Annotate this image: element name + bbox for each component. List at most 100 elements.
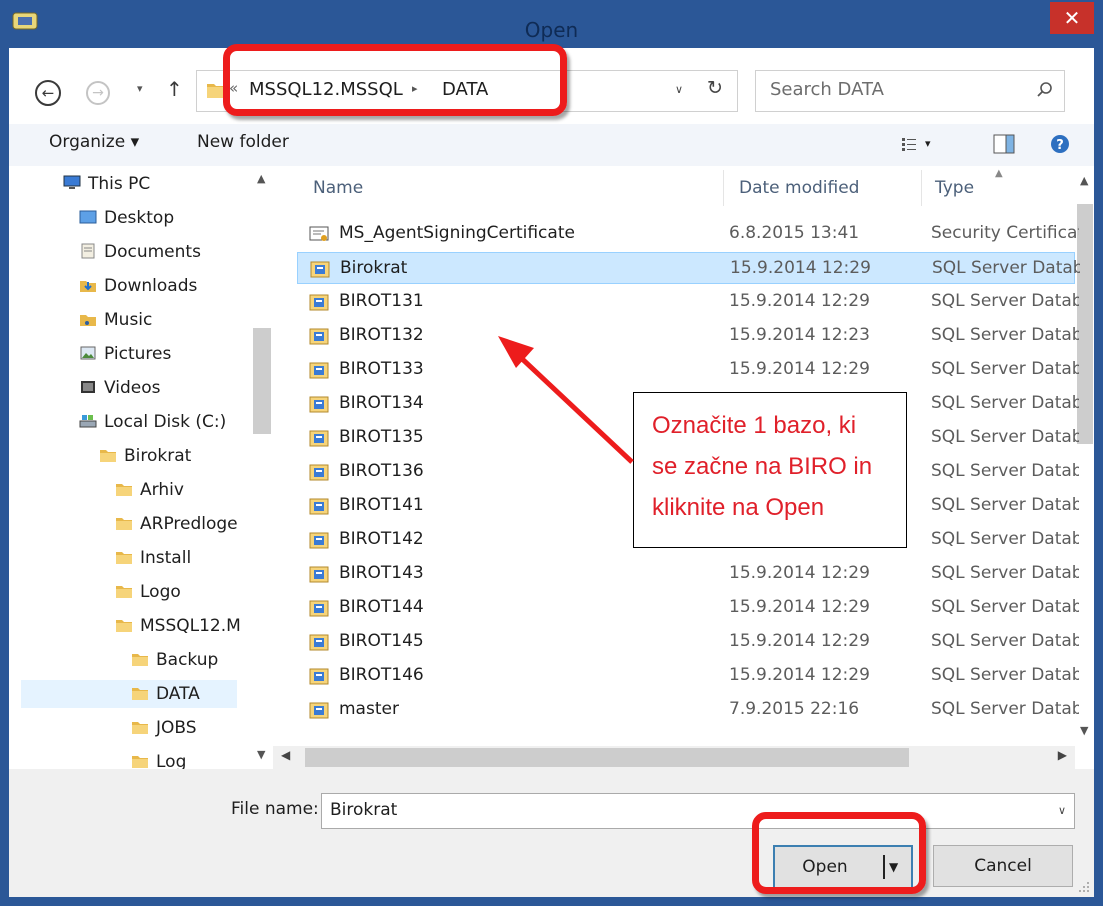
sidebar-item-desktop[interactable]: Desktop [79, 204, 174, 232]
recent-locations-button[interactable]: ▾ [137, 82, 143, 95]
file-name: BIROT141 [339, 495, 424, 515]
sidebar-item-label: Logo [140, 582, 181, 602]
sidebar-item-label: Documents [104, 242, 201, 262]
file-row[interactable]: master 7.9.2015 22:16 SQL Server Database [297, 694, 1079, 726]
file-date-modified: 15.9.2014 12:29 [729, 359, 870, 379]
column-divider[interactable] [723, 170, 724, 206]
up-button[interactable]: ↑ [166, 77, 183, 101]
address-dropdown-icon[interactable]: ∨ [675, 83, 683, 96]
file-row[interactable]: BIROT131 15.9.2014 12:29 SQL Server Databa… [297, 286, 1079, 318]
cancel-button[interactable]: Cancel [933, 845, 1073, 887]
sidebar-item-arhiv[interactable]: Arhiv [115, 476, 184, 504]
folder-icon [116, 552, 132, 564]
folder-icon [132, 654, 148, 666]
sidebar-item-mssql12-m[interactable]: MSSQL12.M [115, 612, 241, 640]
column-header-type[interactable]: Type [935, 166, 974, 210]
file-row[interactable]: BIROT144 15.9.2014 12:29 SQL Server Databa… [297, 592, 1079, 624]
scroll-up-icon[interactable]: ▲ [1080, 174, 1088, 187]
file-row[interactable]: MS_AgentSigningCertificate 6.8.2015 13:41… [297, 218, 1079, 250]
close-button[interactable]: ✕ [1050, 2, 1094, 34]
sidebar-item-backup[interactable]: Backup [131, 646, 218, 674]
scroll-down-icon[interactable]: ▼ [257, 748, 265, 761]
window-title: Open [524, 18, 579, 42]
file-row[interactable]: BIROT143 15.9.2014 12:29 SQL Server Databa… [297, 558, 1079, 590]
file-type: SQL Server Database [932, 258, 1080, 278]
certificate-icon [309, 226, 329, 243]
instruction-callout: Označite 1 bazo, ki se začne na BIRO in … [633, 392, 907, 548]
file-type: SQL Server Database [931, 427, 1079, 447]
file-name-label: File name: [231, 799, 319, 819]
search-input[interactable]: Search DATA [755, 70, 1065, 112]
sidebar-item-birokrat[interactable]: Birokrat [99, 442, 191, 470]
address-bar-highlight [223, 44, 567, 116]
sidebar-item-label: ARPredloge [140, 514, 238, 534]
sidebar-item-jobs[interactable]: JOBS [131, 714, 197, 742]
file-row[interactable]: BIROT146 15.9.2014 12:29 SQL Server Databa… [297, 660, 1079, 692]
back-button[interactable]: ← [35, 80, 61, 106]
file-type: SQL Server Database [931, 495, 1079, 515]
folder-icon [132, 756, 148, 768]
database-file-icon [309, 600, 329, 617]
forward-button[interactable]: → [86, 81, 110, 105]
sidebar-item-data[interactable]: DATA [21, 680, 237, 708]
search-icon[interactable] [1036, 81, 1054, 99]
callout-line: Označite 1 bazo, ki [652, 412, 857, 439]
sidebar-item-label: Local Disk (C:) [104, 412, 227, 432]
view-options-icon[interactable] [901, 136, 917, 152]
file-name: BIROT132 [339, 325, 424, 345]
sidebar-item-documents[interactable]: Documents [79, 238, 201, 266]
sidebar-item-music[interactable]: Music [79, 306, 152, 334]
file-name: BIROT134 [339, 393, 424, 413]
file-date-modified: 15.9.2014 12:29 [730, 258, 871, 278]
sidebar-item-downloads[interactable]: Downloads [79, 272, 197, 300]
sidebar-item-label: Music [104, 310, 153, 330]
file-row[interactable]: BIROT133 15.9.2014 12:29 SQL Server Databa… [297, 354, 1079, 386]
column-header-date-modified[interactable]: Date modified [739, 166, 859, 210]
sidebar-item-videos[interactable]: Videos [79, 374, 161, 402]
navigation-scrollbar[interactable]: ▲ ▼ [251, 166, 273, 769]
column-header-name[interactable]: Name [313, 166, 363, 210]
scrollbar-thumb[interactable] [253, 328, 271, 434]
organize-menu[interactable]: Organize ▾ [49, 132, 139, 152]
file-date-modified: 15.9.2014 12:23 [729, 325, 870, 345]
sidebar-item-label: Arhiv [140, 480, 184, 500]
file-row[interactable]: Birokrat 15.9.2014 12:29 SQL Server Databa… [297, 252, 1080, 284]
open-dialog-window: Open ✕ ← → ▾ ↑ « MSSQL12.MSSQL ▸ DATA ∨ … [0, 0, 1103, 906]
scroll-left-icon[interactable]: ◀ [281, 748, 290, 762]
sidebar-item-label: Birokrat [124, 446, 192, 466]
sidebar-item-label: Downloads [104, 276, 198, 296]
sidebar-item-this-pc[interactable]: This PC [63, 170, 150, 198]
sidebar-item-local-disk-c[interactable]: Local Disk (C:) [79, 408, 226, 436]
file-type: SQL Server Database [931, 359, 1079, 379]
title-bar[interactable]: Open ✕ [1, 1, 1102, 48]
sidebar-item-logo[interactable]: Logo [115, 578, 181, 606]
sidebar-item-arpredloge[interactable]: ARPredloge [115, 510, 238, 538]
scroll-right-icon[interactable]: ▶ [1058, 748, 1067, 762]
help-icon[interactable]: ? [1049, 133, 1071, 155]
preview-pane-icon[interactable] [992, 132, 1016, 156]
file-name-value[interactable]: Birokrat [330, 800, 397, 820]
scrollbar-thumb[interactable] [1077, 204, 1093, 444]
file-row[interactable]: BIROT145 15.9.2014 12:29 SQL Server Databa… [297, 626, 1079, 658]
file-name-field[interactable]: Birokrat ∨ [321, 793, 1075, 829]
resize-grip-icon[interactable] [1078, 881, 1090, 893]
refresh-icon[interactable]: ↻ [707, 77, 723, 99]
file-name-dropdown-icon[interactable]: ∨ [1058, 804, 1066, 817]
sidebar-item-pictures[interactable]: Pictures [79, 340, 171, 368]
sidebar-item-install[interactable]: Install [115, 544, 191, 572]
dialog-footer: File name: Birokrat ∨ Open ▼ Cancel [9, 769, 1094, 897]
new-folder-button[interactable]: New folder [197, 132, 289, 152]
file-row[interactable]: BIROT132 15.9.2014 12:23 SQL Server Databa… [297, 320, 1079, 352]
folder-icon [116, 586, 132, 598]
column-divider[interactable] [921, 170, 922, 206]
scroll-up-icon[interactable]: ▲ [257, 172, 265, 185]
desktop-icon [79, 210, 97, 224]
database-file-icon [309, 396, 329, 413]
view-options-dropdown-icon[interactable]: ▾ [925, 137, 931, 150]
folder-icon [132, 722, 148, 734]
scroll-down-icon[interactable]: ▼ [1080, 724, 1088, 737]
file-list-horizontal-scrollbar[interactable]: ◀ ▶ [273, 746, 1075, 769]
sidebar-item-label: This PC [88, 174, 151, 194]
database-file-icon [309, 328, 329, 345]
scrollbar-thumb[interactable] [305, 748, 909, 767]
